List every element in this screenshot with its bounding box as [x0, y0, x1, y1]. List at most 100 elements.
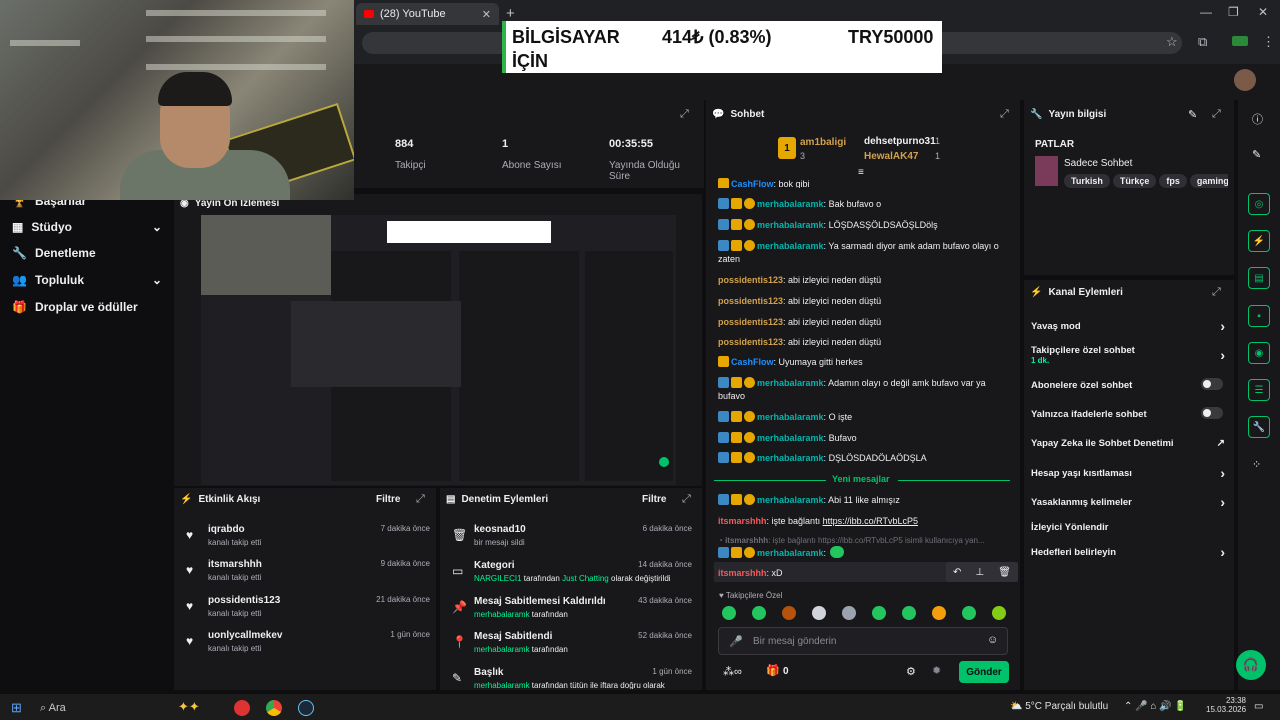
chat-user[interactable]: itsmarshhh: [718, 516, 767, 526]
collapse-icon[interactable]: ≡: [858, 167, 864, 178]
activity-user[interactable]: possidentis123: [208, 595, 280, 606]
chat-user[interactable]: possidentis123: [718, 296, 783, 306]
clock[interactable]: 23:38 15.03.2026: [1206, 696, 1246, 714]
moderation-user[interactable]: merhabalaramk: [474, 681, 530, 689]
close-window-button[interactable]: ✕: [1258, 5, 1268, 19]
emote-icon[interactable]: [752, 606, 766, 620]
activity-filter-button[interactable]: Filtre: [376, 494, 400, 505]
stream-preview-video[interactable]: [201, 215, 676, 485]
emote-icon[interactable]: [842, 606, 856, 620]
restore-button[interactable]: ❐: [1228, 5, 1239, 19]
microphone-icon[interactable]: 🎤: [729, 635, 743, 648]
chat-user[interactable]: itsmarshhh: [718, 568, 767, 578]
minimize-button[interactable]: —: [1200, 5, 1212, 19]
nav-item-community[interactable]: 👥 Topluluk ⌄: [12, 273, 162, 287]
star-icon[interactable]: ☆: [1166, 34, 1178, 50]
expand-icon[interactable]: ⤢: [1212, 108, 1221, 121]
app-icon[interactable]: [234, 700, 250, 716]
chat-user[interactable]: itsmarshhh: [725, 536, 768, 545]
chat-user[interactable]: merhabalaramk: [757, 548, 824, 558]
nav-item-drops[interactable]: 🎁 Droplar ve ödüller: [12, 300, 162, 314]
subscribers-only-toggle[interactable]: [1201, 378, 1223, 390]
leaderboard-user[interactable]: am1baligi: [800, 137, 846, 148]
emote-icon[interactable]: [902, 606, 916, 620]
emote-icon[interactable]: [812, 606, 826, 620]
emote-icon[interactable]: [872, 606, 886, 620]
chat-user[interactable]: CashFlow: [731, 179, 774, 188]
expand-icon[interactable]: ⤢: [1212, 286, 1221, 299]
chat-user[interactable]: merhabalaramk: [757, 412, 824, 422]
chat-user[interactable]: possidentis123: [718, 337, 783, 347]
delete-icon[interactable]: 🗑: [998, 567, 1011, 578]
edit-icon[interactable]: ✎: [1188, 108, 1197, 121]
points-icon[interactable]: 🎁: [766, 664, 780, 677]
tab-close-icon[interactable]: ✕: [482, 8, 491, 21]
expand-icon[interactable]: ⤢: [682, 493, 691, 506]
tag[interactable]: Türkçe: [1112, 174, 1157, 188]
action-followers-only[interactable]: Takipçilere özel sohbet 1 dk. ›: [1031, 345, 1227, 365]
tag[interactable]: gaming: [1189, 174, 1228, 188]
chat-user[interactable]: merhabalaramk: [757, 495, 824, 505]
new-tab-button[interactable]: +: [506, 5, 515, 22]
activity-user[interactable]: itsmarshhh: [208, 559, 262, 570]
profile-icon[interactable]: [1232, 36, 1248, 46]
menu-icon[interactable]: ⋮: [1262, 34, 1275, 50]
chat-user[interactable]: possidentis123: [718, 317, 783, 327]
chat-user[interactable]: merhabalaramk: [757, 378, 824, 388]
emote-icon[interactable]: [932, 606, 946, 620]
undo-icon[interactable]: ↶: [953, 567, 961, 578]
action-banned-words[interactable]: Yasaklanmış kelimeler ›: [1031, 494, 1227, 510]
notification-icon[interactable]: ▭: [1254, 701, 1263, 712]
chat-input[interactable]: 🎤 Bir mesaj gönderin ☺: [718, 627, 1008, 655]
avatar[interactable]: [1234, 69, 1256, 91]
tag[interactable]: fps: [1159, 174, 1187, 188]
activity-user[interactable]: iqrabdo: [208, 524, 245, 535]
chat-user[interactable]: merhabalaramk: [757, 241, 824, 251]
leaderboard-user[interactable]: HewalAK47: [864, 151, 918, 162]
support-icon[interactable]: 🎧: [1236, 650, 1266, 680]
emote-icon[interactable]: [962, 606, 976, 620]
focus-icon[interactable]: ◎: [1248, 193, 1270, 215]
windows-start-icon[interactable]: ⊞: [11, 700, 22, 716]
taskbar-search[interactable]: ⌕ Ara: [40, 702, 66, 715]
action-account-age[interactable]: Hesap yaşı kısıtlaması ›: [1031, 465, 1227, 481]
badge-icon[interactable]: ✹: [932, 664, 941, 677]
tray-icons[interactable]: ⌃ 🎤 ⌂ 🔊 🔋: [1124, 701, 1187, 712]
expand-icon[interactable]: ⤢: [1000, 108, 1009, 121]
info-icon[interactable]: ⓘ: [1252, 111, 1263, 127]
document-icon[interactable]: ▤: [1248, 267, 1270, 289]
chat-user[interactable]: CashFlow: [731, 357, 774, 367]
leaderboard-user[interactable]: dehsetpurno31: [864, 136, 936, 147]
moderation-user[interactable]: NARGILECI1: [474, 574, 522, 583]
pencil-icon[interactable]: ✎: [1252, 148, 1261, 161]
activity-user[interactable]: uonlycallmekev: [208, 630, 282, 641]
send-button[interactable]: Gönder: [959, 661, 1009, 683]
new-messages-divider[interactable]: Yeni mesajlar: [714, 474, 1010, 486]
moderation-filter-button[interactable]: Filtre: [642, 494, 666, 505]
action-slow-mode[interactable]: Yavaş mod ›: [1031, 318, 1227, 334]
emoji-icon[interactable]: ☺: [987, 634, 998, 646]
emote-icon[interactable]: [782, 606, 796, 620]
tag[interactable]: Turkish: [1064, 174, 1110, 188]
expand-icon[interactable]: ⤢: [416, 493, 425, 506]
settings-icon[interactable]: ⚙: [906, 665, 916, 678]
moderation-category[interactable]: Just Chatting: [562, 574, 609, 583]
chat-bubble-icon[interactable]: ▪: [1248, 305, 1270, 327]
emote-only-toggle[interactable]: [1201, 407, 1223, 419]
emote-icon[interactable]: [722, 606, 736, 620]
apps-icon[interactable]: ⁘: [1252, 458, 1261, 471]
extensions-icon[interactable]: ⧉: [1198, 34, 1207, 50]
chat-link[interactable]: https://ibb.co/RTvbLcP5: [823, 516, 918, 526]
action-ai-moderation[interactable]: Yapay Zeka ile Sohbet Denetimi ↗: [1031, 438, 1227, 449]
tab-youtube[interactable]: (28) YouTube ✕: [356, 3, 499, 25]
emote-icon[interactable]: [992, 606, 1006, 620]
nav-item-moderation[interactable]: 🔧 Denetleme: [12, 246, 162, 260]
chat-user[interactable]: merhabalaramk: [757, 453, 824, 463]
nav-item-studio[interactable]: ▦ Stüdyo ⌄: [12, 220, 162, 234]
wrench-icon[interactable]: 🔧: [1248, 416, 1270, 438]
expand-icon[interactable]: ⤢: [680, 108, 689, 121]
pin-icon[interactable]: ⊥: [975, 567, 984, 578]
chat-user[interactable]: merhabalaramk: [757, 199, 824, 209]
action-goals[interactable]: Hedefleri belirleyin ›: [1031, 544, 1227, 560]
stream-category[interactable]: Sadece Sohbet: [1064, 158, 1132, 169]
